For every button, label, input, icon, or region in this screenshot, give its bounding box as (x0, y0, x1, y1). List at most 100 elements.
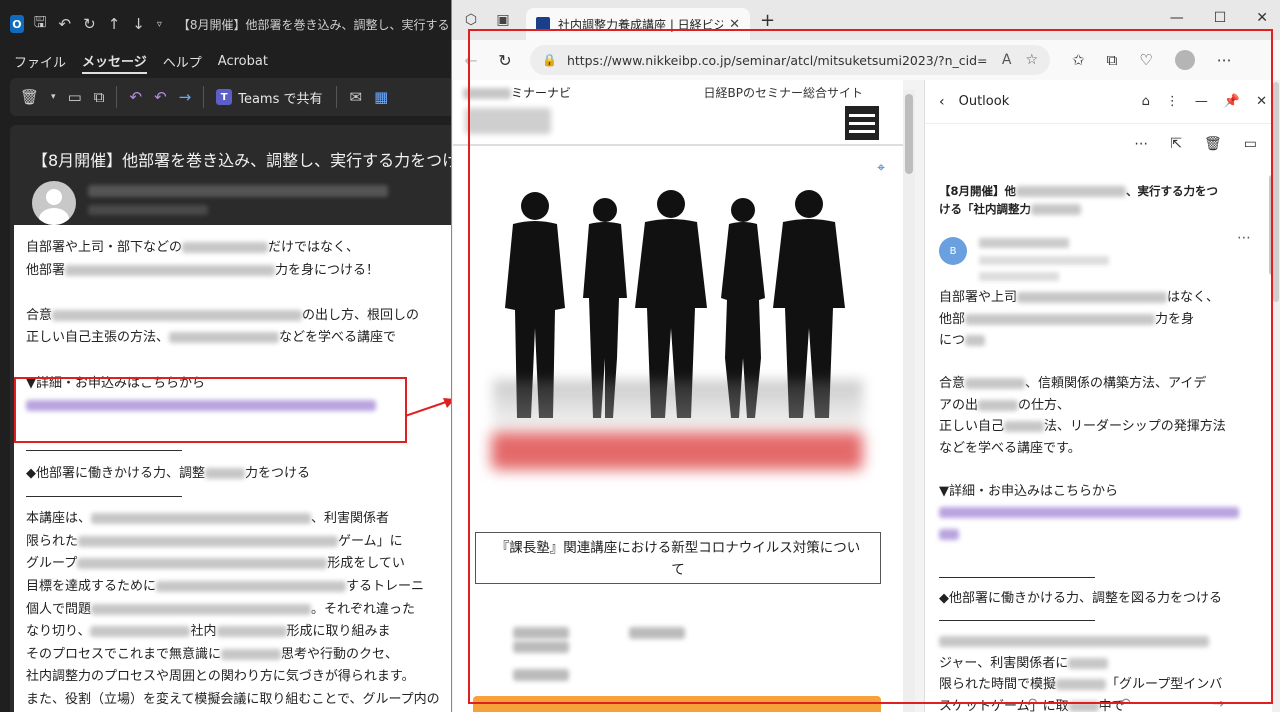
outlook-titlebar: O 🖫 ↶ ↻ ↑ ↓ ▿ 【8月開催】他部署を巻き込み、調整し、実行する力をつ… (0, 0, 460, 48)
collections-icon[interactable]: ⧉ (1107, 51, 1118, 69)
workspaces-icon[interactable]: ⬡ (462, 11, 480, 29)
refresh-icon[interactable]: ↻ (496, 51, 514, 70)
minimize-icon[interactable]: — (1195, 94, 1208, 109)
toolbar-right: ✩ ⧉ ♡ ⋯ (1072, 50, 1232, 70)
read-aloud-icon[interactable]: A (1002, 52, 1012, 68)
email-subject: 【8月開催】他部署を巻き込み、調整し、実行する力をつける「社 (32, 151, 507, 170)
side-email-body: 自部署や上司 はなく、 他部 力を身 につ 合意 、信頼関係の構築方法、アイデ アの出… (939, 287, 1257, 712)
move-icon[interactable]: ⧉ (94, 88, 105, 106)
minimize-icon[interactable]: — (1170, 10, 1184, 26)
hero-reflection (493, 380, 863, 440)
site-tagline: 日経BPのセミナー総合サイト (703, 86, 863, 100)
forward-icon[interactable]: → (1212, 696, 1224, 712)
tab-bar: ⬡ ▣ 社内調整力養成講座 | 日経ビジネ ✕ + — ☐ ✕ (452, 0, 1280, 40)
forward-icon[interactable]: → (179, 88, 192, 106)
side-email-subject: 【8月開催】他 、実行する力をつ ける「社内調整力 (939, 184, 1219, 216)
delete-icon[interactable]: 🗑 (1204, 136, 1222, 152)
ribbon-separator (336, 86, 338, 108)
sender-avatar (32, 181, 76, 225)
site-logo[interactable] (465, 108, 551, 134)
back-icon[interactable]: ← (462, 51, 480, 70)
home-icon[interactable]: ⌂ (1142, 94, 1150, 109)
side-pane-toolbar: ⋯ ⇱ 🗑 ▭ (925, 124, 1280, 164)
undo-icon[interactable]: ↶ (59, 15, 72, 33)
share-teams-label: Teams で共有 (238, 91, 323, 107)
more-vertical-icon[interactable]: ⋮ (1166, 94, 1179, 109)
ribbon-separator (203, 86, 205, 108)
window-close-icon[interactable]: ✕ (1256, 10, 1268, 26)
tab-actions-icon[interactable]: ▣ (494, 11, 512, 29)
side-details-link[interactable] (939, 502, 1257, 524)
teams-icon: T (216, 89, 233, 105)
covid-notice-link[interactable]: 『課長塾』関連講座における新型コロナウイルス対策につい て (475, 532, 881, 584)
reply-icon[interactable]: ↶ (1026, 696, 1038, 712)
mail-icon[interactable]: ✉ (349, 88, 362, 106)
page-scrollbar[interactable] (903, 90, 915, 712)
archive-icon[interactable]: ▭ (1244, 136, 1257, 152)
lock-icon[interactable]: 🔒 (542, 53, 557, 67)
course-title-redacted (491, 432, 863, 470)
profile-avatar[interactable] (1174, 50, 1195, 70)
outlook-menu: ファイル メッセージ ヘルプ Acrobat (0, 48, 460, 76)
new-tab-icon[interactable]: + (760, 10, 775, 31)
menu-help[interactable]: ヘルプ (163, 52, 202, 73)
up-icon[interactable]: ↑ (108, 15, 121, 33)
more-icon[interactable]: ⋯ (1217, 51, 1232, 69)
email-body: 自部署や上司・部下などの だけではなく、 他部署 力を身につける！ 合意 の出し方、根… (14, 225, 460, 712)
back-chevron-icon[interactable]: ‹ (939, 94, 945, 110)
menu-file[interactable]: ファイル (14, 52, 66, 73)
side-sender-redacted (979, 238, 1069, 248)
chevron-down-icon[interactable]: ▾ (51, 92, 56, 102)
pin-icon[interactable]: 📌 (1224, 94, 1240, 109)
maximize-icon[interactable]: ☐ (1214, 10, 1227, 26)
popout-icon[interactable]: ⇱ (1170, 136, 1182, 152)
ribbon-separator (116, 86, 118, 108)
save-icon[interactable]: 🖫 (34, 12, 47, 37)
page-nav-redacted (513, 625, 843, 681)
favorite-star-icon[interactable]: ☆ (1025, 52, 1038, 68)
side-pane-actions: ↶ ↶ → (985, 696, 1265, 712)
close-icon[interactable]: ✕ (729, 17, 740, 32)
outlook-window: O 🖫 ↶ ↻ ↑ ↓ ▿ 【8月開催】他部署を巻き込み、調整し、実行する力をつ… (0, 0, 506, 712)
sidebar-scrollbar[interactable] (1272, 80, 1280, 712)
side-pane-title: Outlook (958, 94, 1010, 109)
visual-search-icon[interactable]: ⌖ (877, 160, 885, 176)
menu-message[interactable]: メッセージ (82, 51, 147, 74)
favorites-icon[interactable]: ✩ (1072, 51, 1085, 69)
sender-name-redacted (88, 185, 388, 197)
delete-icon[interactable]: 🗑 (20, 88, 39, 106)
reply-icon[interactable]: ↶ (129, 88, 142, 106)
annotation-box-link (14, 377, 407, 443)
apps-icon[interactable]: ▦ (374, 88, 388, 106)
outlook-side-pane: ‹ Outlook ⌂ ⋮ — 📌 ✕ ⋯ ⇱ 🗑 ▭ 【8月開催】他 、実行する… (924, 80, 1280, 712)
archive-icon[interactable]: ▭ (68, 88, 82, 106)
customize-icon[interactable]: ▿ (157, 19, 162, 30)
tab-active[interactable]: 社内調整力養成講座 | 日経ビジネ ✕ (526, 8, 750, 40)
close-icon[interactable]: ✕ (1256, 94, 1267, 109)
reply-all-icon[interactable]: ↶ (1119, 696, 1131, 712)
hamburger-menu-icon[interactable] (845, 106, 879, 140)
reply-all-icon[interactable]: ↶ (154, 88, 167, 106)
sender-meta-redacted (88, 205, 208, 215)
side-sender-avatar: B (939, 237, 967, 265)
share-teams-button[interactable]: T Teams で共有 (216, 88, 322, 107)
window-controls: — ☐ ✕ (1170, 10, 1268, 26)
site-name: ミナーナビ (463, 84, 571, 101)
menu-acrobat[interactable]: Acrobat (218, 54, 268, 71)
side-pane-header: ‹ Outlook ⌂ ⋮ — 📌 ✕ (925, 80, 1280, 124)
side-details-label: ▼詳細・お申込みはこちらから (939, 483, 1118, 499)
tab-title: 社内調整力養成講座 | 日経ビジネ (558, 17, 724, 32)
cta-bar[interactable] (473, 696, 881, 712)
outlook-ribbon: 🗑 ▾ ▭ ⧉ ↶ ↶ → T Teams で共有 ✉ ▦ (10, 78, 460, 116)
address-bar: ← ↻ 🔒 https://www.nikkeibp.co.jp/seminar… (452, 40, 1280, 80)
down-icon[interactable]: ↓ (132, 15, 145, 33)
url-field[interactable]: 🔒 https://www.nikkeibp.co.jp/seminar/atc… (530, 45, 1050, 75)
side-sender-meta2-redacted (979, 272, 1059, 281)
redo-icon[interactable]: ↻ (83, 15, 96, 33)
url-text[interactable]: https://www.nikkeibp.co.jp/seminar/atcl/… (567, 53, 988, 68)
outlook-app-icon: O (10, 15, 24, 33)
more-icon[interactable]: ⋯ (1134, 136, 1148, 152)
browser-essentials-icon[interactable]: ♡ (1139, 51, 1152, 69)
message-more-icon[interactable]: ⋯ (1237, 230, 1251, 246)
tab-favicon (536, 17, 550, 31)
